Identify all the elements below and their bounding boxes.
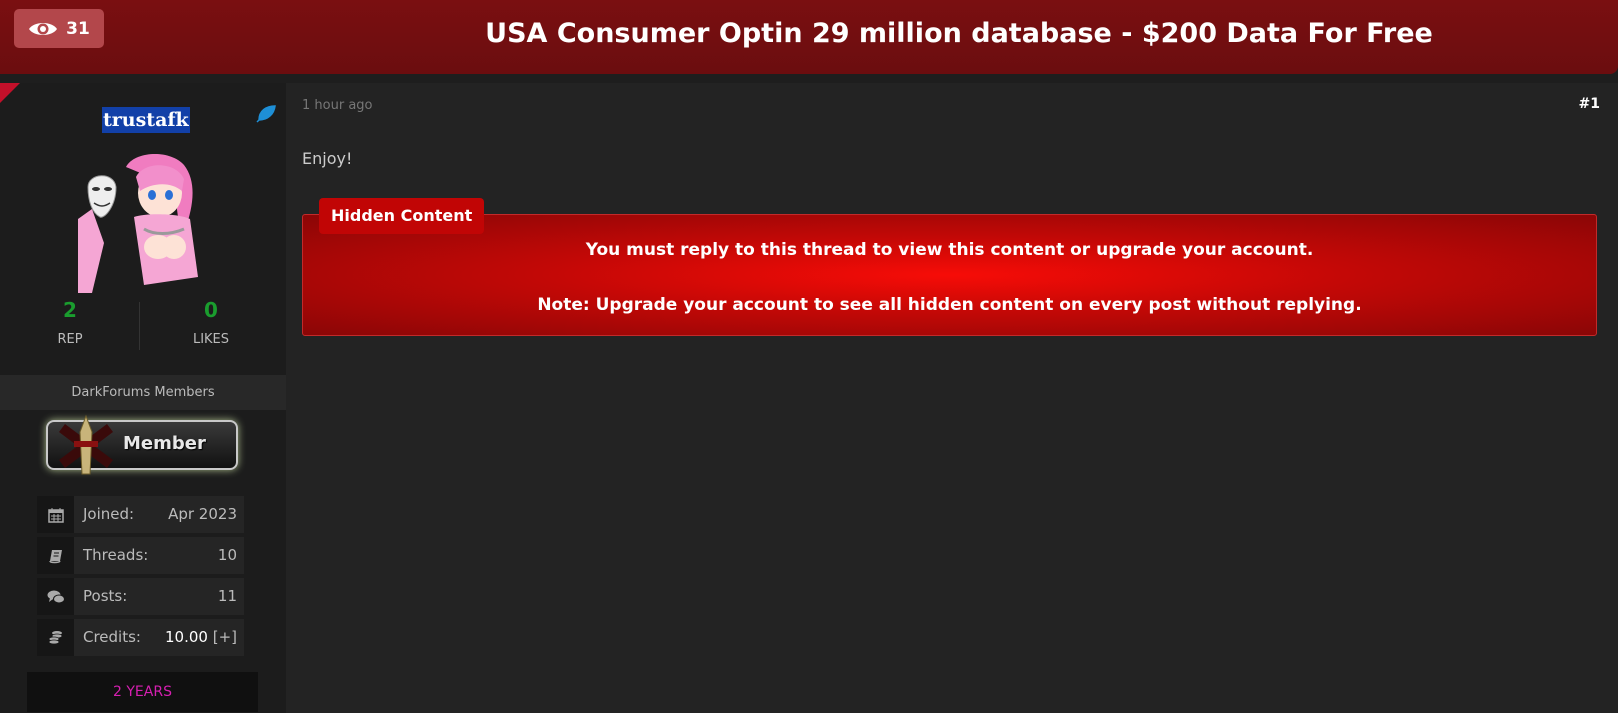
membership-years: 2 YEARS	[27, 672, 258, 712]
corner-ribbon	[0, 83, 20, 103]
likes-stat[interactable]: 0 LIKES	[141, 298, 281, 347]
comments-icon	[37, 578, 74, 615]
views-count: 31	[66, 18, 90, 39]
likes-label: LIKES	[192, 332, 230, 347]
post-content: 1 hour ago #1 Enjoy! You must reply to t…	[286, 83, 1618, 713]
add-credits-link[interactable]: [+]	[213, 628, 237, 646]
feather-icon	[256, 105, 276, 123]
author-stats: 2 REP 0 LIKES	[0, 298, 286, 356]
info-label: Posts:	[83, 587, 128, 605]
thread-header: 31 USA Consumer Optin 29 million databas…	[0, 0, 1618, 74]
user-group: DarkForums Members	[0, 375, 286, 410]
info-label: Credits:	[83, 628, 141, 646]
coins-icon	[37, 619, 74, 656]
hidden-content-note: Note: Upgrade your account to see all hi…	[537, 295, 1362, 315]
avatar[interactable]	[74, 147, 210, 293]
stat-divider	[139, 302, 140, 350]
post-number[interactable]: #1	[1579, 96, 1600, 112]
member-badge: Member	[46, 414, 238, 475]
info-value: 11	[217, 587, 237, 605]
views-badge: 31	[14, 9, 104, 48]
rep-label: REP	[57, 332, 83, 347]
rep-value: 2	[63, 298, 77, 322]
thread-title: USA Consumer Optin 29 million database -…	[485, 18, 1433, 49]
info-row-joined: Joined: Apr 2023	[37, 496, 244, 533]
hidden-content-box: You must reply to this thread to view th…	[302, 214, 1597, 336]
info-label: Threads:	[83, 546, 149, 564]
info-row-threads[interactable]: Threads: 10	[37, 537, 244, 574]
info-label: Joined:	[83, 505, 135, 523]
username-link[interactable]: trustafk	[102, 107, 190, 133]
calendar-icon	[37, 496, 74, 533]
hidden-content-label: Hidden Content	[319, 198, 485, 234]
info-value: Apr 2023	[168, 505, 237, 523]
author-info-table: Joined: Apr 2023 Threads: 10 Posts: 11 C…	[37, 496, 244, 660]
info-value: 10.00 [+]	[165, 628, 237, 646]
likes-value: 0	[204, 298, 218, 322]
post-time[interactable]: 1 hour ago	[302, 98, 372, 113]
info-row-credits: Credits: 10.00 [+]	[37, 619, 244, 656]
hidden-content-message: You must reply to this thread to view th…	[585, 240, 1314, 260]
rank-emblem-icon	[59, 414, 113, 475]
post-body: Enjoy!	[302, 149, 353, 168]
info-value: 10	[217, 546, 237, 564]
rep-stat[interactable]: 2 REP	[0, 298, 140, 347]
credits-value: 10.00	[164, 628, 208, 646]
info-row-posts[interactable]: Posts: 11	[37, 578, 244, 615]
author-sidebar: trustafk 2 REP 0 LIKES DarkForums Member…	[0, 83, 286, 713]
book-icon	[37, 537, 74, 574]
member-badge-text: Member	[123, 433, 206, 454]
eye-icon	[29, 22, 58, 35]
